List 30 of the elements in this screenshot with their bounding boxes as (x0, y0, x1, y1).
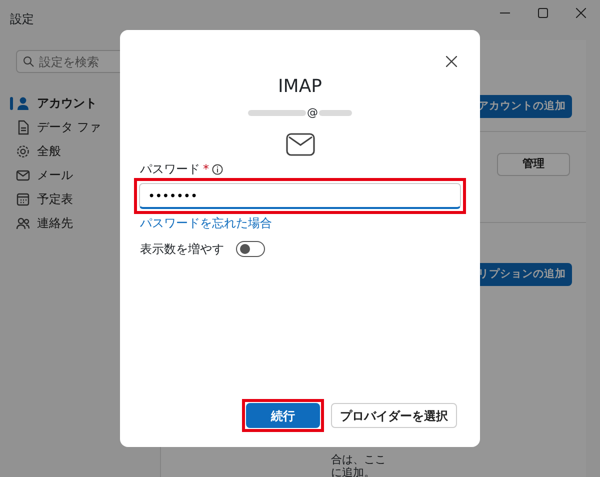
people-icon (16, 216, 30, 230)
blurred-text (319, 109, 352, 117)
password-field[interactable]: ••••••• (139, 183, 461, 209)
gear-icon (16, 144, 30, 158)
calendar-icon (16, 192, 30, 206)
document-icon (16, 120, 30, 134)
toggle-switch[interactable] (236, 241, 265, 257)
sidebar-item[interactable]: データ ファ (8, 115, 160, 139)
text-line: に追加。 (331, 466, 375, 477)
required-mark: * (203, 161, 209, 178)
mail-icon (286, 133, 314, 156)
forgot-password-link[interactable]: パスワードを忘れた場合 (140, 216, 272, 230)
close-icon[interactable] (576, 8, 586, 18)
mail-icon (16, 168, 30, 182)
field-label: パスワード (140, 161, 200, 178)
dialog-title: IMAP (276, 77, 323, 97)
button[interactable]: 管理 (497, 153, 570, 176)
button[interactable]: プロバイダーを選択 (331, 403, 457, 428)
close-icon[interactable] (446, 56, 457, 67)
window-title: 設定 (9, 11, 35, 28)
person-icon (16, 96, 30, 110)
button[interactable]: 続行 (246, 403, 320, 428)
maximize-icon[interactable] (538, 8, 548, 18)
blurred-text (248, 109, 306, 117)
text-line: 合は、ここ (331, 453, 386, 466)
email-at-sign: @ (307, 104, 318, 121)
toggle-label: 表示数を増やす (140, 241, 224, 258)
sidebar-item[interactable]: 全般 (8, 139, 160, 163)
info-icon[interactable] (212, 164, 223, 174)
sidebar-item[interactable]: アカウント (8, 91, 160, 115)
